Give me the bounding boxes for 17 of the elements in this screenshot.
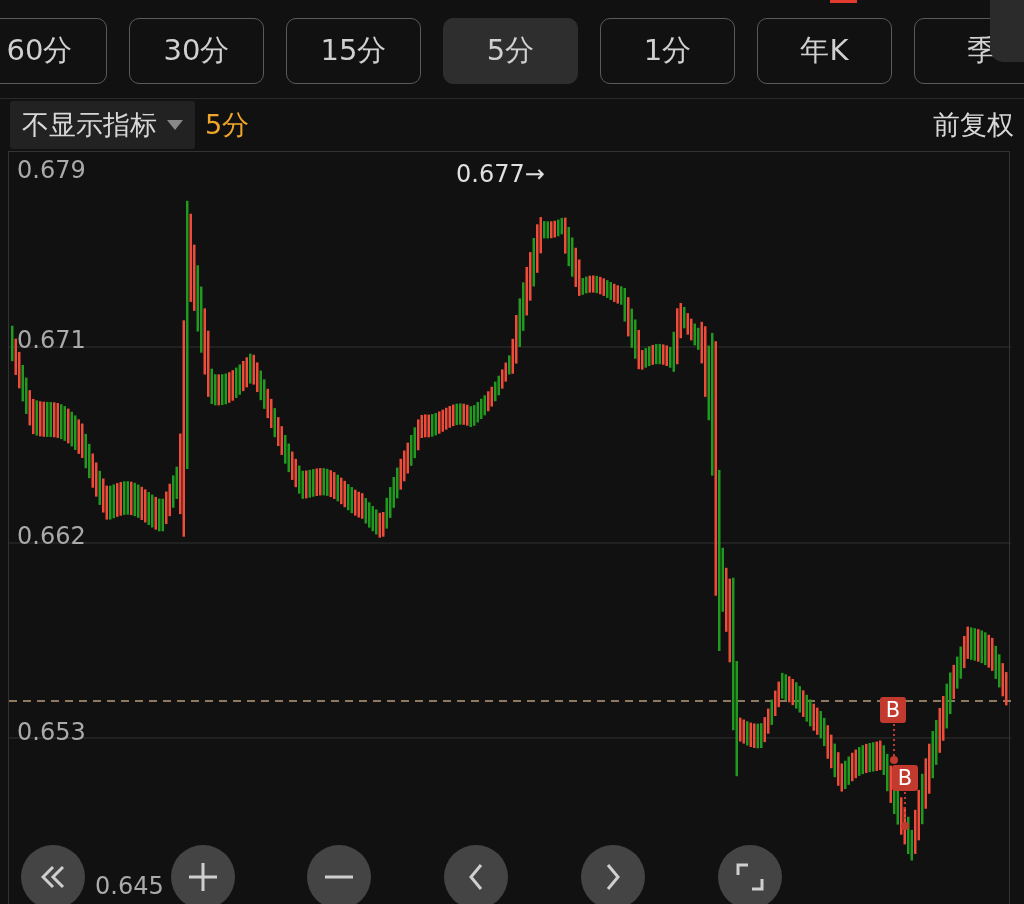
period-tab[interactable]: 60分: [0, 18, 107, 84]
period-tab[interactable]: 5分: [443, 18, 578, 84]
price-axis-label: 0.679: [17, 156, 86, 184]
period-tab[interactable]: 15分: [286, 18, 421, 84]
period-tab[interactable]: 30分: [129, 18, 264, 84]
price-axis-label: 0.653: [17, 718, 86, 746]
buy-marker: B: [880, 697, 906, 723]
period-label: 5分: [205, 108, 250, 142]
indicator-dropdown[interactable]: 不显示指标: [10, 101, 195, 149]
price-axis-label: 0.645: [95, 872, 164, 900]
price-axis-label: 0.671: [17, 326, 86, 354]
adjustment-selector[interactable]: 前复权: [933, 107, 1014, 143]
high-price-label: 0.677→: [456, 160, 545, 188]
buy-marker: B: [892, 765, 918, 791]
period-tab[interactable]: 1分: [600, 18, 735, 84]
price-axis-label: 0.662: [17, 522, 86, 550]
period-tab[interactable]: 年K: [757, 18, 892, 84]
